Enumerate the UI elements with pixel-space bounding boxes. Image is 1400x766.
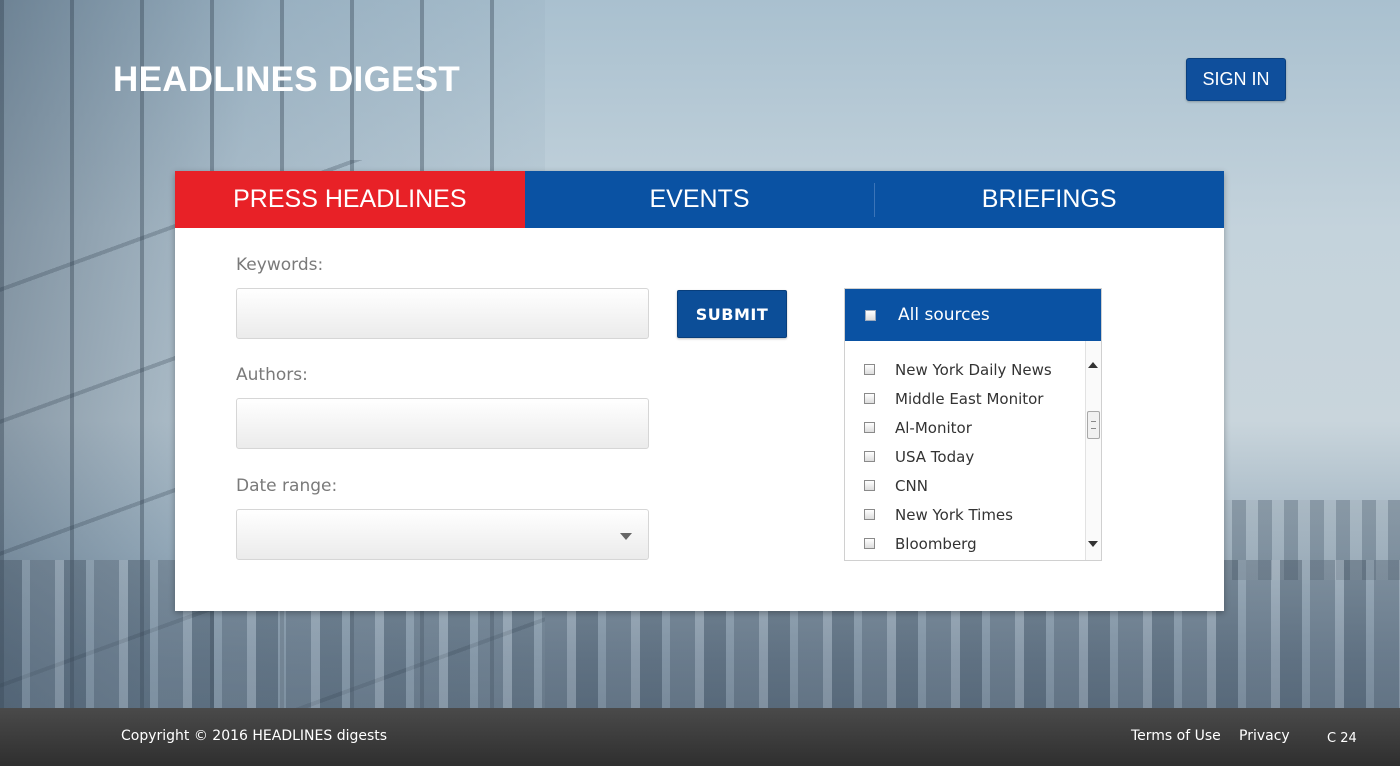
sources-list: New York Daily News Middle East Monitor … [845, 341, 1101, 560]
source-label: New York Times [895, 505, 1013, 524]
source-label: Middle East Monitor [895, 389, 1044, 408]
terms-of-use-link[interactable]: Terms of Use [1131, 728, 1221, 744]
source-label: Bloomberg [895, 534, 977, 553]
scrollbar-thumb[interactable] [1087, 411, 1100, 439]
privacy-link[interactable]: Privacy [1239, 728, 1290, 744]
source-label: Al-Monitor [895, 418, 972, 437]
list-item[interactable]: Al-Monitor [845, 413, 1101, 442]
source-checkbox[interactable] [864, 393, 875, 404]
list-item[interactable]: Middle East Monitor [845, 384, 1101, 413]
copyright-text: Copyright © 2016 HEADLINES digests [121, 728, 388, 744]
submit-button[interactable]: SUBMIT [677, 290, 787, 338]
sign-in-button[interactable]: SIGN IN [1186, 58, 1286, 101]
version-label: C 24 [1327, 731, 1357, 746]
authors-input[interactable] [236, 398, 649, 449]
keywords-input[interactable] [236, 288, 649, 339]
list-item[interactable]: New York Times [845, 500, 1101, 529]
tab-bar: PRESS HEADLINES EVENTS BRIEFINGS [175, 171, 1225, 228]
source-label: USA Today [895, 447, 975, 466]
tab-briefings-label: BRIEFINGS [981, 185, 1117, 213]
source-label: New York Daily News [895, 360, 1052, 379]
source-checkbox[interactable] [864, 422, 875, 433]
list-item[interactable]: CNN [845, 471, 1101, 500]
tab-briefings[interactable]: BRIEFINGS [874, 171, 1225, 228]
date-range-label: Date range: [236, 476, 338, 496]
search-panel: PRESS HEADLINES EVENTS BRIEFINGS Keyword… [175, 171, 1225, 611]
tab-press-headlines[interactable]: PRESS HEADLINES [175, 171, 525, 228]
authors-label: Authors: [236, 365, 308, 385]
source-checkbox[interactable] [864, 538, 875, 549]
source-checkbox[interactable] [864, 480, 875, 491]
source-checkbox[interactable] [864, 451, 875, 462]
keywords-label: Keywords: [236, 255, 324, 275]
source-label: CNN [895, 476, 928, 495]
list-item[interactable]: Bloomberg [845, 529, 1101, 558]
list-item[interactable]: USA Today [845, 442, 1101, 471]
all-sources-checkbox[interactable] [865, 309, 876, 321]
sources-filter: All sources New York Daily News Middle E… [844, 288, 1102, 561]
source-checkbox[interactable] [864, 509, 875, 520]
tab-events[interactable]: EVENTS [524, 171, 875, 228]
tab-events-label: EVENTS [649, 185, 750, 213]
footer: Copyright © 2016 HEADLINES digests Terms… [0, 708, 1400, 766]
scroll-down-arrow-icon[interactable] [1088, 541, 1098, 547]
list-item[interactable]: New York Daily News [845, 355, 1101, 384]
scroll-up-arrow-icon[interactable] [1088, 362, 1098, 368]
all-sources-header[interactable]: All sources [845, 289, 1101, 341]
source-checkbox[interactable] [864, 364, 875, 375]
sources-scrollbar[interactable] [1085, 341, 1101, 560]
date-range-select[interactable] [236, 509, 649, 560]
all-sources-label: All sources [898, 305, 990, 325]
tab-divider [874, 183, 876, 217]
brand-logo: HEADLINES DIGEST [113, 60, 461, 99]
